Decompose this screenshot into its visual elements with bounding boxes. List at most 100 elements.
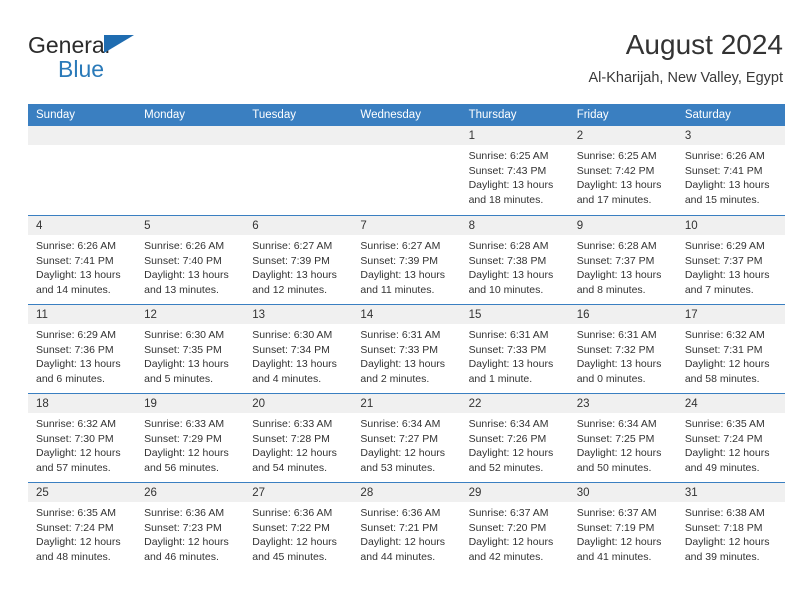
day-number-band: 15: [460, 305, 569, 324]
sunset-time: Sunset: 7:31 PM: [684, 343, 763, 356]
day-number: 19: [144, 398, 157, 410]
calendar-day-cell[interactable]: 18 Sunrise: 6:32 AM Sunset: 7:30 PM Dayligh…: [28, 394, 137, 482]
sunset-time: Sunset: 7:35 PM: [144, 343, 222, 356]
calendar-day-cell[interactable]: 27 Sunrise: 6:36 AM Sunset: 7:22 PM Dayligh…: [244, 483, 353, 571]
sunset-time: Sunset: 7:24 PM: [684, 432, 763, 445]
sunrise-time: Sunrise: 6:37 AM: [576, 507, 657, 519]
day-sun-info: Sunrise: 6:36 AM Sunset: 7:23 PM Daylight:…: [136, 502, 244, 564]
calendar-day-cell[interactable]: 19 Sunrise: 6:33 AM Sunset: 7:29 PM Dayligh…: [136, 394, 245, 482]
sunset-time: Sunset: 7:19 PM: [576, 521, 655, 534]
calendar-week-row: 11 Sunrise: 6:29 AM Sunset: 7:36 PM Dayligh…: [28, 304, 785, 393]
daylight-duration-line2: and 7 minutes.: [684, 283, 754, 296]
calendar-day-cell[interactable]: 28 Sunrise: 6:36 AM Sunset: 7:21 PM Dayligh…: [352, 483, 461, 571]
daylight-duration-line1: Daylight: 13 hours: [576, 358, 662, 371]
day-number-band: 21: [352, 394, 461, 413]
day-sun-info: Sunrise: 6:32 AM Sunset: 7:30 PM Daylight:…: [28, 413, 136, 475]
sunrise-time: Sunrise: 6:36 AM: [252, 507, 333, 519]
day-number-band: 29: [460, 483, 569, 502]
sunset-time: Sunset: 7:39 PM: [360, 254, 439, 267]
daylight-duration-line2: and 5 minutes.: [144, 372, 214, 385]
daylight-duration-line1: Daylight: 13 hours: [576, 179, 662, 192]
daylight-duration-line2: and 12 minutes.: [252, 283, 327, 296]
day-sun-info: Sunrise: 6:36 AM Sunset: 7:21 PM Daylight:…: [352, 502, 460, 564]
weekday-monday: Monday: [144, 109, 186, 121]
weekday-header-row: Sunday Monday Tuesday Wednesday Thursday…: [28, 104, 785, 126]
day-number: 8: [468, 220, 475, 232]
day-number-band: [28, 126, 137, 145]
calendar-day-cell[interactable]: 25 Sunrise: 6:35 AM Sunset: 7:24 PM Dayligh…: [28, 483, 137, 571]
calendar-day-cell[interactable]: 31 Sunrise: 6:38 AM Sunset: 7:18 PM Dayligh…: [676, 483, 785, 571]
calendar-day-cell[interactable]: 17 Sunrise: 6:32 AM Sunset: 7:31 PM Dayligh…: [676, 305, 785, 393]
day-sun-info: Sunrise: 6:30 AM Sunset: 7:34 PM Daylight:…: [244, 324, 352, 386]
day-sun-info: Sunrise: 6:28 AM Sunset: 7:38 PM Daylight:…: [461, 235, 569, 297]
sunset-time: Sunset: 7:27 PM: [360, 432, 439, 445]
logo-triangle-icon: [104, 35, 134, 53]
calendar-day-cell[interactable]: 11 Sunrise: 6:29 AM Sunset: 7:36 PM Dayligh…: [28, 305, 137, 393]
sunset-time: Sunset: 7:21 PM: [360, 521, 439, 534]
day-sun-info: Sunrise: 6:26 AM Sunset: 7:41 PM Daylight:…: [677, 145, 785, 207]
daylight-duration-line1: Daylight: 13 hours: [360, 358, 446, 371]
calendar-day-cell[interactable]: 3 Sunrise: 6:26 AM Sunset: 7:41 PM Daylight…: [676, 126, 785, 215]
daylight-duration-line1: Daylight: 12 hours: [684, 536, 770, 549]
calendar-day-cell[interactable]: 23 Sunrise: 6:34 AM Sunset: 7:25 PM Dayligh…: [568, 394, 677, 482]
daylight-duration-line2: and 0 minutes.: [576, 372, 646, 385]
day-number: 26: [144, 487, 157, 499]
calendar-day-cell[interactable]: 16 Sunrise: 6:31 AM Sunset: 7:32 PM Dayligh…: [568, 305, 677, 393]
daylight-duration-line2: and 46 minutes.: [144, 550, 219, 563]
daylight-duration-line2: and 49 minutes.: [684, 461, 760, 474]
day-number: 6: [252, 220, 259, 232]
daylight-duration-line1: Daylight: 12 hours: [252, 447, 337, 460]
sunset-time: Sunset: 7:36 PM: [36, 343, 114, 356]
day-number-band: 27: [244, 483, 353, 502]
daylight-duration-line2: and 54 minutes.: [252, 461, 327, 474]
calendar-day-cell[interactable]: 14 Sunrise: 6:31 AM Sunset: 7:33 PM Dayligh…: [352, 305, 461, 393]
sunrise-time: Sunrise: 6:32 AM: [684, 329, 765, 341]
calendar-day-cell[interactable]: 2 Sunrise: 6:25 AM Sunset: 7:42 PM Daylight…: [568, 126, 677, 215]
logo-text-general: General: [28, 32, 110, 58]
sunset-time: Sunset: 7:30 PM: [36, 432, 114, 445]
calendar-day-cell[interactable]: 9 Sunrise: 6:28 AM Sunset: 7:37 PM Daylight…: [568, 216, 677, 304]
day-number-band: 6: [244, 216, 353, 235]
daylight-duration-line2: and 13 minutes.: [144, 283, 219, 296]
day-number-band: 18: [28, 394, 137, 413]
sunset-time: Sunset: 7:29 PM: [144, 432, 222, 445]
calendar-day-cell[interactable]: 4 Sunrise: 6:26 AM Sunset: 7:41 PM Daylight…: [28, 216, 137, 304]
calendar-day-cell[interactable]: 20 Sunrise: 6:33 AM Sunset: 7:28 PM Dayligh…: [244, 394, 353, 482]
weekday-saturday: Saturday: [684, 109, 731, 121]
calendar-day-cell[interactable]: 12 Sunrise: 6:30 AM Sunset: 7:35 PM Dayligh…: [136, 305, 245, 393]
sunset-time: Sunset: 7:33 PM: [468, 343, 547, 356]
calendar-day-cell[interactable]: 21 Sunrise: 6:34 AM Sunset: 7:27 PM Dayligh…: [352, 394, 461, 482]
day-sun-info: Sunrise: 6:37 AM Sunset: 7:19 PM Daylight:…: [569, 502, 677, 564]
calendar-day-cell[interactable]: 29 Sunrise: 6:37 AM Sunset: 7:20 PM Dayligh…: [460, 483, 569, 571]
calendar-day-cell[interactable]: 26 Sunrise: 6:36 AM Sunset: 7:23 PM Dayligh…: [136, 483, 245, 571]
calendar-day-cell[interactable]: 13 Sunrise: 6:30 AM Sunset: 7:34 PM Dayligh…: [244, 305, 353, 393]
day-number-band: 20: [244, 394, 353, 413]
calendar-day-cell[interactable]: 30 Sunrise: 6:37 AM Sunset: 7:19 PM Dayligh…: [568, 483, 677, 571]
day-sun-info: Sunrise: 6:34 AM Sunset: 7:27 PM Daylight:…: [352, 413, 460, 475]
day-number-band: 28: [352, 483, 461, 502]
calendar-day-cell[interactable]: 22 Sunrise: 6:34 AM Sunset: 7:26 PM Dayligh…: [460, 394, 569, 482]
calendar-day-cell[interactable]: 8 Sunrise: 6:28 AM Sunset: 7:38 PM Daylight…: [460, 216, 569, 304]
day-number-band: 14: [352, 305, 461, 324]
day-number: 17: [684, 309, 698, 321]
calendar-day-cell[interactable]: 1 Sunrise: 6:25 AM Sunset: 7:43 PM Daylight…: [460, 126, 569, 215]
calendar-day-cell[interactable]: 10 Sunrise: 6:29 AM Sunset: 7:37 PM Dayligh…: [676, 216, 785, 304]
daylight-duration-line2: and 41 minutes.: [576, 550, 652, 563]
calendar-day-cell[interactable]: 6 Sunrise: 6:27 AM Sunset: 7:39 PM Daylight…: [244, 216, 353, 304]
day-number-band: 8: [460, 216, 569, 235]
day-number-band: 13: [244, 305, 353, 324]
calendar-day-cell[interactable]: 24 Sunrise: 6:35 AM Sunset: 7:24 PM Dayligh…: [676, 394, 785, 482]
calendar-day-cell[interactable]: 5 Sunrise: 6:26 AM Sunset: 7:40 PM Daylight…: [136, 216, 245, 304]
calendar-week-row: 4 Sunrise: 6:26 AM Sunset: 7:41 PM Daylight…: [28, 215, 785, 304]
day-sun-info: Sunrise: 6:26 AM Sunset: 7:40 PM Daylight:…: [136, 235, 244, 297]
day-number: 10: [684, 220, 698, 232]
general-blue-logo[interactable]: General Blue: [28, 32, 158, 88]
calendar-day-cell[interactable]: 7 Sunrise: 6:27 AM Sunset: 7:39 PM Daylight…: [352, 216, 461, 304]
calendar-day-cell[interactable]: 15 Sunrise: 6:31 AM Sunset: 7:33 PM Dayligh…: [460, 305, 569, 393]
sunset-time: Sunset: 7:43 PM: [468, 164, 547, 177]
sunrise-time: Sunrise: 6:31 AM: [576, 329, 657, 341]
sunset-time: Sunset: 7:18 PM: [684, 521, 763, 534]
day-sun-info: Sunrise: 6:26 AM Sunset: 7:41 PM Daylight:…: [28, 235, 136, 297]
sunset-time: Sunset: 7:23 PM: [144, 521, 222, 534]
daylight-duration-line1: Daylight: 13 hours: [144, 358, 229, 371]
